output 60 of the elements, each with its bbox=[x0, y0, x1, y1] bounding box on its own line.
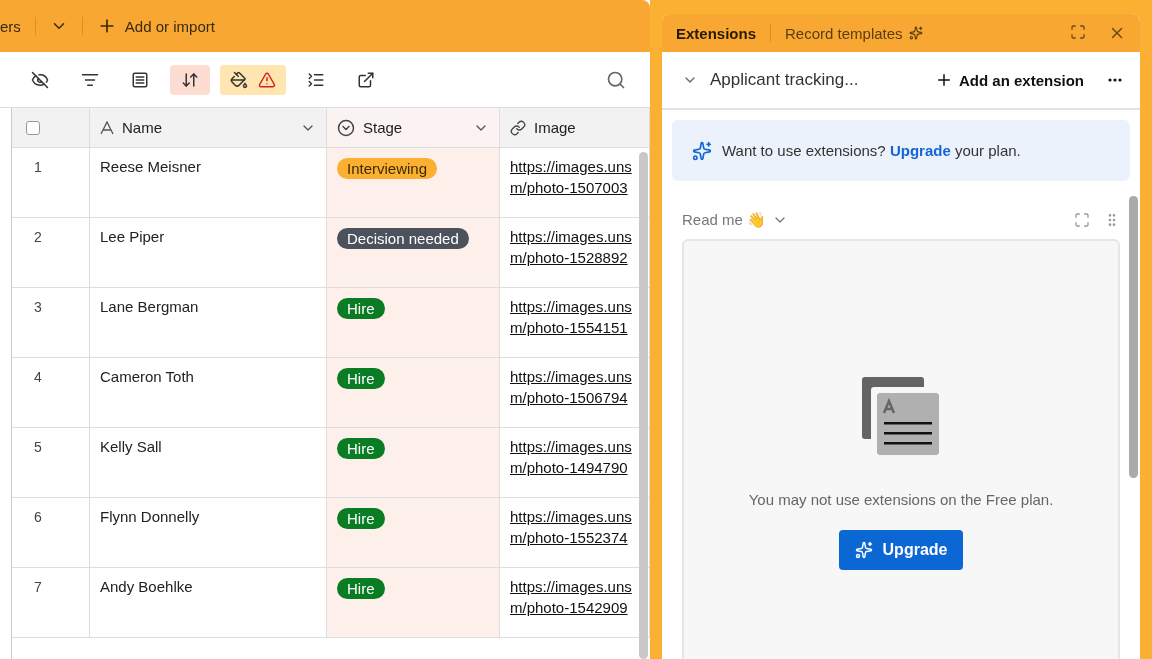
scrollbar[interactable] bbox=[1129, 196, 1138, 478]
add-or-import-button[interactable]: Add or import bbox=[82, 16, 215, 36]
stage-tag: Interviewing bbox=[337, 158, 438, 179]
row-height-icon bbox=[307, 70, 325, 89]
stage-tag: Hire bbox=[337, 508, 385, 529]
select-field-icon bbox=[337, 118, 355, 137]
widget-title-dropdown[interactable]: Read me 👋 bbox=[682, 211, 789, 229]
dashboard-dropdown[interactable]: Applicant tracking... bbox=[682, 70, 859, 90]
image-url-link[interactable]: https://images.uns bbox=[510, 225, 639, 249]
panel-tab[interactable]: Extensions bbox=[676, 24, 757, 42]
free-plan-message: You may not use extensions on the Free plan. bbox=[748, 491, 1054, 508]
view-tab[interactable]: ers bbox=[0, 17, 35, 35]
row-number: 6 bbox=[33, 509, 42, 525]
expand-icon[interactable] bbox=[1070, 24, 1086, 40]
image-url-link[interactable]: m/photo-1507003 bbox=[510, 176, 639, 200]
image-url-link[interactable]: m/photo-1528892 bbox=[510, 246, 639, 270]
image-url-link[interactable]: https://images.uns bbox=[510, 505, 639, 529]
image-url-link[interactable]: m/photo-1542909 bbox=[510, 596, 639, 620]
image-url-link[interactable]: https://images.uns bbox=[510, 155, 639, 179]
stage-tag: Hire bbox=[337, 368, 385, 389]
scrollbar[interactable] bbox=[639, 152, 648, 659]
row-number: 7 bbox=[33, 579, 42, 595]
more-icon bbox=[1108, 78, 1122, 82]
stage-tag: Decision needed bbox=[337, 228, 469, 249]
row-number: 3 bbox=[33, 299, 42, 315]
sparkle-icon bbox=[854, 541, 873, 559]
color-tool-button[interactable] bbox=[220, 64, 286, 95]
sort-tool-button[interactable] bbox=[170, 64, 210, 95]
image-url-link[interactable]: https://images.uns bbox=[510, 435, 639, 459]
stage-tag: Hire bbox=[337, 578, 385, 599]
row-number: 4 bbox=[33, 369, 42, 385]
image-url-link[interactable]: m/photo-1494790 bbox=[510, 456, 639, 480]
sort-icon bbox=[181, 70, 199, 89]
hide-icon bbox=[31, 70, 49, 89]
image-url-link[interactable]: https://images.uns bbox=[510, 365, 639, 389]
image-url-link[interactable]: https://images.uns bbox=[510, 575, 639, 599]
paint-bucket-icon bbox=[230, 70, 248, 89]
warning-icon bbox=[258, 70, 276, 89]
panel-tab[interactable]: Record templates bbox=[785, 24, 923, 42]
image-url-link[interactable]: m/photo-1552374 bbox=[510, 526, 639, 550]
more-button[interactable] bbox=[1108, 78, 1122, 82]
upgrade-button[interactable]: Upgrade bbox=[838, 530, 964, 570]
upgrade-link[interactable]: Upgrade bbox=[889, 142, 951, 159]
add-extension-button[interactable]: Add an extension bbox=[934, 71, 1084, 89]
row-number: 5 bbox=[33, 439, 42, 455]
upgrade-prompt: Want to use extensions? Upgrade your plan. bbox=[722, 142, 1021, 159]
stage-tag: Hire bbox=[337, 298, 385, 319]
link-icon bbox=[510, 119, 526, 136]
sparkle-icon bbox=[908, 26, 923, 40]
stage-tag: Hire bbox=[337, 438, 385, 459]
sparkle-icon bbox=[692, 140, 712, 161]
image-url-link[interactable]: m/photo-1506794 bbox=[510, 386, 639, 410]
row-number: 2 bbox=[33, 229, 42, 245]
row-number: 1 bbox=[33, 159, 42, 175]
select-all-checkbox[interactable] bbox=[26, 120, 40, 135]
image-url-link[interactable]: https://images.uns bbox=[510, 295, 639, 319]
image-url-link[interactable]: m/photo-1554151 bbox=[510, 316, 639, 340]
share-icon bbox=[357, 70, 375, 89]
list-icon bbox=[131, 70, 149, 89]
text-field-icon bbox=[100, 120, 114, 135]
